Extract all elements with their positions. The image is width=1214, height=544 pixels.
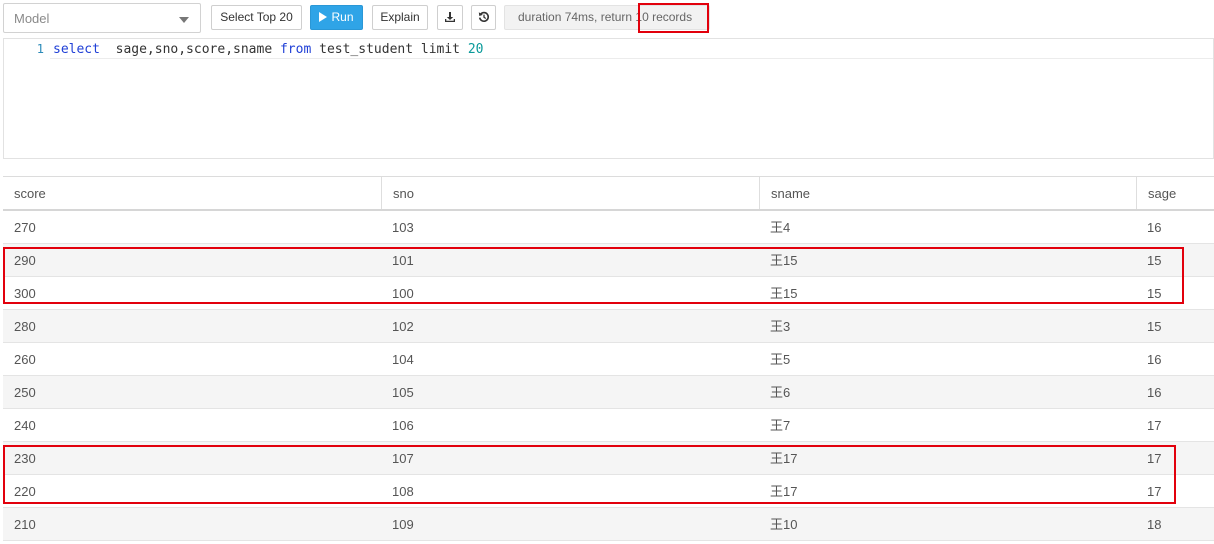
column-header-sage[interactable]: sage	[1136, 177, 1214, 209]
column-header-sname[interactable]: sname	[759, 177, 1136, 209]
cell-sage: 15	[1147, 319, 1162, 334]
table-row[interactable]: 260 104 王5 16	[3, 343, 1214, 376]
cell-sage: 16	[1147, 385, 1162, 400]
table-row[interactable]: 300 100 王15 15	[3, 277, 1214, 310]
cell-sage: 15	[1147, 253, 1162, 268]
cell-score: 250	[14, 385, 36, 400]
cell-sno: 104	[392, 352, 414, 367]
cell-sname: 王17	[770, 484, 798, 499]
cell-score: 270	[14, 220, 36, 235]
cell-sname: 王5	[770, 352, 791, 367]
cell-sname: 王4	[770, 220, 791, 235]
cell-score: 260	[14, 352, 36, 367]
cell-score: 240	[14, 418, 36, 433]
history-button[interactable]	[471, 5, 496, 30]
table-row[interactable]: 270 103 王4 16	[3, 211, 1214, 244]
explain-button[interactable]: Explain	[372, 5, 428, 30]
code-limit-number: 20	[467, 42, 484, 57]
cell-score: 300	[14, 286, 36, 301]
cell-sno: 108	[392, 484, 414, 499]
cell-sage: 17	[1147, 451, 1162, 466]
table-row[interactable]: 210 109 王10 18	[3, 508, 1214, 541]
status-highlight-box	[638, 3, 709, 33]
table-row[interactable]: 220 108 王17 17	[3, 475, 1214, 508]
cell-sname: 王3	[770, 319, 791, 334]
cell-sname: 王15	[770, 286, 798, 301]
cell-sage: 16	[1147, 352, 1162, 367]
cell-score: 280	[14, 319, 36, 334]
cell-score: 210	[14, 517, 36, 532]
select-top-button[interactable]: Select Top 20	[211, 5, 302, 30]
column-header-sno[interactable]: sno	[381, 177, 759, 209]
history-icon	[478, 11, 489, 22]
cell-sname: 王15	[770, 253, 798, 268]
column-header-score[interactable]: score	[3, 177, 381, 209]
sql-code-line[interactable]: select sage,sno,score,sname from test_st…	[53, 42, 484, 57]
cell-sno: 106	[392, 418, 414, 433]
cell-sage: 18	[1147, 517, 1162, 532]
code-columns: sage,sno,score,sname	[99, 42, 280, 57]
cell-sage: 17	[1147, 484, 1162, 499]
cell-sno: 105	[392, 385, 414, 400]
model-select[interactable]: Model	[3, 3, 201, 33]
table-row[interactable]: 290 101 王15 15	[3, 244, 1214, 277]
grid-header: score sno sname sage	[3, 177, 1214, 211]
cell-score: 220	[14, 484, 36, 499]
cell-sage: 17	[1147, 418, 1162, 433]
cell-sno: 101	[392, 253, 414, 268]
cell-sname: 王7	[770, 418, 791, 433]
cell-sage: 16	[1147, 220, 1162, 235]
play-icon	[319, 12, 328, 22]
cell-sname: 王10	[770, 517, 798, 532]
table-row[interactable]: 280 102 王3 15	[3, 310, 1214, 343]
cell-sno: 109	[392, 517, 414, 532]
cell-score: 230	[14, 451, 36, 466]
code-table: test_student limit	[311, 42, 468, 57]
run-button-label: Run	[331, 10, 354, 24]
table-row[interactable]: 240 106 王7 17	[3, 409, 1214, 442]
line-number: 1	[36, 42, 44, 56]
results-grid: score sno sname sage 270 103 王4 16 290 1…	[3, 176, 1214, 541]
download-button[interactable]	[437, 5, 463, 30]
keyword-from: from	[279, 42, 312, 57]
cell-sno: 107	[392, 451, 414, 466]
chevron-down-icon	[179, 17, 189, 23]
cell-sno: 103	[392, 220, 414, 235]
cell-score: 290	[14, 253, 36, 268]
cell-sage: 15	[1147, 286, 1162, 301]
cell-sno: 100	[392, 286, 414, 301]
cell-sname: 王17	[770, 451, 798, 466]
table-row[interactable]: 230 107 王17 17	[3, 442, 1214, 475]
keyword-select: select	[53, 42, 100, 57]
cell-sname: 王6	[770, 385, 791, 400]
sql-editor[interactable]: 1 select sage,sno,score,sname from test_…	[3, 38, 1214, 159]
table-row[interactable]: 250 105 王6 16	[3, 376, 1214, 409]
cell-sno: 102	[392, 319, 414, 334]
download-icon	[445, 12, 455, 22]
model-select-value: Model	[14, 11, 50, 26]
query-toolbar: Model Select Top 20 Run Explain duration…	[0, 0, 1214, 38]
run-button[interactable]: Run	[310, 5, 363, 30]
